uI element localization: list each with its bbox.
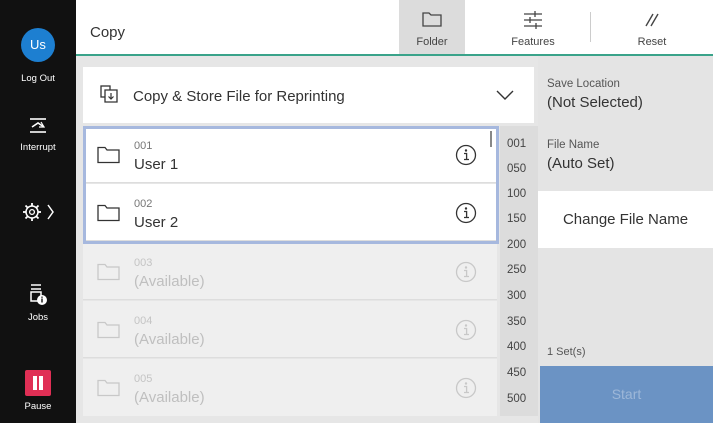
folder-icon — [97, 379, 120, 397]
chevron-right-icon — [47, 204, 54, 220]
index-jump[interactable]: 450 — [507, 367, 526, 379]
info-icon[interactable] — [455, 144, 477, 166]
file-name-value: (Auto Set) — [547, 155, 615, 172]
jobs-label: Jobs — [27, 312, 49, 323]
logout-button[interactable]: Log Out — [0, 70, 76, 84]
list-item[interactable]: 001 User 1 — [83, 126, 497, 183]
folder-name: (Available) — [134, 389, 205, 406]
left-sidebar: Us Log Out Interrupt Jobs Pause — [0, 0, 76, 423]
reset-label: Reset — [637, 36, 667, 48]
account-button[interactable]: Us — [0, 28, 76, 62]
index-jump[interactable]: 100 — [507, 188, 526, 200]
logout-label: Log Out — [21, 73, 55, 84]
folder-number: 005 — [134, 373, 153, 385]
copy-mode-dropdown[interactable]: Copy & Store File for Reprinting — [83, 67, 534, 123]
file-name-label: File Name — [547, 139, 600, 151]
save-location-value: (Not Selected) — [547, 94, 643, 111]
index-jump[interactable]: 500 — [507, 393, 526, 405]
folder-number: 003 — [134, 257, 153, 269]
folder-icon — [97, 263, 120, 281]
info-icon[interactable] — [455, 319, 477, 341]
scrollbar[interactable] — [490, 131, 492, 147]
interrupt-button[interactable]: Interrupt — [0, 114, 76, 153]
change-file-name-button[interactable]: Change File Name — [538, 191, 713, 248]
index-jump[interactable]: 150 — [507, 213, 526, 225]
folder-list: 001 User 1 002 User 2 003 (Available) 00… — [83, 126, 497, 416]
pause-button[interactable]: Pause — [0, 370, 76, 412]
index-jump[interactable]: 050 — [507, 163, 526, 175]
info-icon[interactable] — [455, 377, 477, 399]
settings-button[interactable] — [0, 200, 76, 227]
jobs-icon — [30, 284, 47, 305]
chevron-down-icon — [496, 90, 514, 100]
interrupt-label: Interrupt — [20, 142, 56, 153]
list-item[interactable]: 003 (Available) — [83, 243, 497, 300]
list-item[interactable]: 004 (Available) — [83, 301, 497, 358]
copy-mode-label: Copy & Store File for Reprinting — [133, 88, 345, 105]
header-divider — [590, 12, 591, 42]
features-button[interactable]: Features — [488, 0, 578, 54]
folder-name: User 2 — [134, 214, 179, 231]
index-jump[interactable]: 250 — [507, 264, 526, 276]
list-item[interactable]: 002 User 2 — [83, 184, 497, 241]
folder-number: 002 — [134, 198, 153, 210]
list-item[interactable]: 005 (Available) — [83, 359, 497, 416]
folder-icon — [422, 12, 442, 27]
index-jump[interactable]: 300 — [507, 290, 526, 302]
folder-name: User 1 — [134, 156, 179, 173]
copy-store-icon — [100, 85, 118, 103]
jobs-button[interactable]: Jobs — [0, 282, 76, 323]
right-panel: Save Location (Not Selected) File Name (… — [538, 56, 713, 423]
gear-icon — [23, 203, 54, 221]
folder-name: (Available) — [134, 273, 205, 290]
pause-label: Pause — [24, 401, 52, 412]
page-title: Copy — [90, 24, 126, 41]
index-column: 001 050 100 150 200 250 300 350 400 450 … — [500, 126, 538, 416]
folder-icon — [97, 146, 120, 164]
reset-icon — [645, 13, 659, 27]
sliders-icon — [524, 11, 542, 29]
folder-icon — [97, 321, 120, 339]
header: Copy Folder Features Reset — [76, 0, 713, 56]
save-location-label: Save Location — [547, 78, 620, 90]
folder-number: 001 — [134, 140, 153, 152]
index-jump[interactable]: 001 — [507, 138, 526, 150]
folder-label: Folder — [416, 36, 448, 48]
pause-icon — [25, 370, 51, 396]
index-jump[interactable]: 400 — [507, 341, 526, 353]
sets-count: 1 Set(s) — [547, 346, 586, 358]
reset-button[interactable]: Reset — [602, 0, 702, 54]
interrupt-icon — [30, 118, 46, 133]
folder-name: (Available) — [134, 331, 205, 348]
folder-button[interactable]: Folder — [399, 0, 465, 54]
index-jump[interactable]: 350 — [507, 316, 526, 328]
index-jump[interactable]: 200 — [507, 239, 526, 251]
start-button[interactable]: Start — [540, 366, 713, 423]
folder-number: 004 — [134, 315, 153, 327]
info-icon[interactable] — [455, 261, 477, 283]
avatar[interactable]: Us — [21, 28, 55, 62]
features-label: Features — [511, 36, 555, 48]
info-icon[interactable] — [455, 202, 477, 224]
folder-icon — [97, 204, 120, 222]
